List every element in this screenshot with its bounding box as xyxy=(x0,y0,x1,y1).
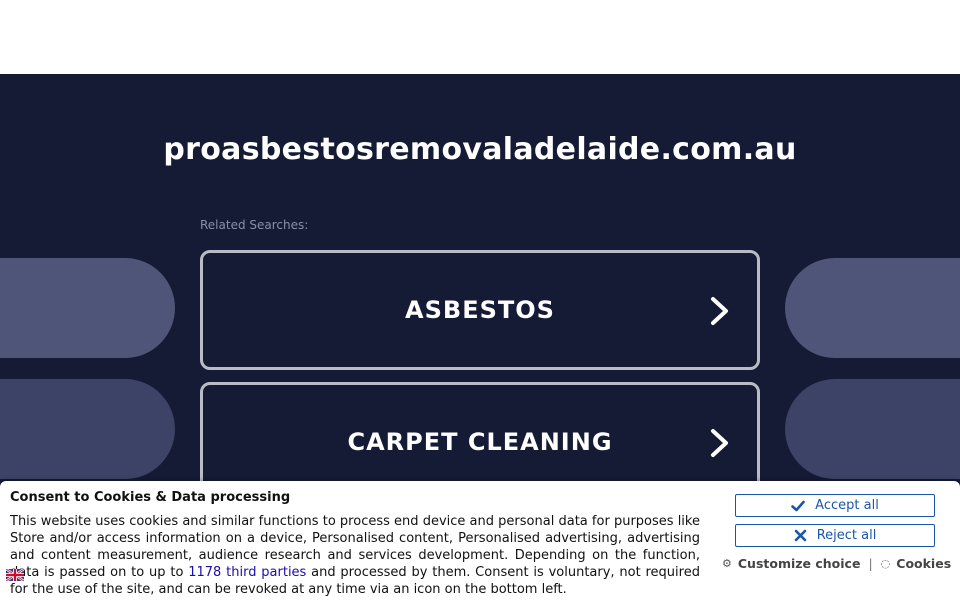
customize-choice-label: Customize choice xyxy=(737,556,861,571)
cookies-label: Cookies xyxy=(896,556,952,571)
gear-icon: ⚙ xyxy=(722,557,732,570)
decorative-pill xyxy=(785,379,960,479)
cookie-icon: ◌ xyxy=(880,557,891,570)
uk-flag-icon[interactable] xyxy=(6,569,24,581)
related-searches-label: Related Searches: xyxy=(200,218,309,232)
consent-text: This website uses cookies and similar fu… xyxy=(10,513,700,598)
close-icon xyxy=(794,529,806,542)
page: proasbestosremovaladelaide.com.au Relate… xyxy=(0,0,960,600)
cookie-consent-banner: Consent to Cookies & Data processing Thi… xyxy=(0,481,960,600)
cookies-link[interactable]: ◌ Cookies xyxy=(881,556,951,571)
decorative-pill xyxy=(785,258,960,358)
customize-choice-link[interactable]: ⚙ Customize choice xyxy=(722,556,860,571)
third-parties-link[interactable]: 1178 third parties xyxy=(188,565,306,580)
chevron-right-icon xyxy=(711,429,728,457)
consent-title: Consent to Cookies & Data processing xyxy=(10,490,291,505)
reject-all-label: Reject all xyxy=(816,528,877,543)
search-link-label: CARPET CLEANING xyxy=(347,428,613,456)
reject-all-button[interactable]: Reject all xyxy=(735,524,935,547)
accept-all-button[interactable]: Accept all xyxy=(735,494,935,517)
check-icon xyxy=(791,500,805,511)
link-separator: | xyxy=(868,556,873,571)
domain-title: proasbestosremovaladelaide.com.au xyxy=(163,132,797,167)
chevron-right-icon xyxy=(711,297,728,325)
search-link-label: ASBESTOS xyxy=(405,296,555,324)
top-ad-bar xyxy=(0,0,960,74)
decorative-pill xyxy=(0,258,175,358)
search-link-asbestos[interactable]: ASBESTOS xyxy=(200,250,760,370)
decorative-pill xyxy=(0,379,175,479)
accept-all-label: Accept all xyxy=(815,498,879,513)
consent-links: ⚙ Customize choice | ◌ Cookies xyxy=(722,556,954,571)
